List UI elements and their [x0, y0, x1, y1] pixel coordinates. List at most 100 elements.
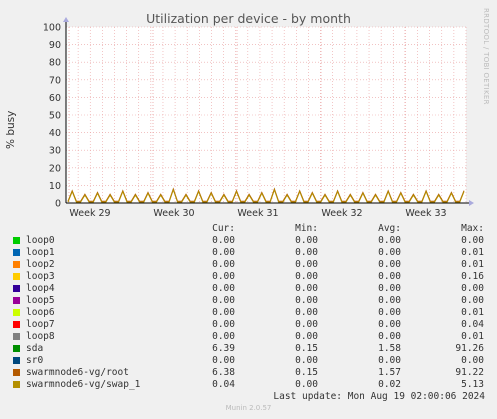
- legend-cur-value: 0.00: [212, 271, 235, 282]
- legend-series-name: loop7: [26, 319, 55, 330]
- legend-swatch: [13, 345, 20, 352]
- legend-series-name: loop3: [26, 271, 55, 282]
- legend-avg-value: 1.57: [378, 367, 401, 378]
- legend-min-value: 0.00: [295, 331, 318, 342]
- legend-cur-value: 0.00: [212, 295, 235, 306]
- legend-row: swarmnode6-vg/swap_1 0.04 0.00 0.02 5.13: [0, 379, 497, 391]
- x-tick-label: Week 29: [69, 208, 110, 219]
- legend-avg-value: 0.00: [378, 319, 401, 330]
- legend-row: loop7 0.00 0.00 0.00 0.04: [0, 319, 497, 331]
- legend-series-name: sr0: [26, 355, 44, 366]
- legend-series-name: loop6: [26, 307, 55, 318]
- legend-row: loop6 0.00 0.00 0.00 0.01: [0, 307, 497, 319]
- legend-swatch: [13, 297, 20, 304]
- legend-swatch: [13, 285, 20, 292]
- legend-max-value: 0.04: [461, 319, 484, 330]
- legend-max-value: 91.26: [455, 343, 484, 354]
- legend-cur-value: 0.00: [212, 331, 235, 342]
- legend-row: loop8 0.00 0.00 0.00 0.01: [0, 331, 497, 343]
- legend-avg-value: 0.02: [378, 379, 401, 390]
- legend-row: sda 6.39 0.15 1.58 91.26: [0, 343, 497, 355]
- legend-min-value: 0.15: [295, 343, 318, 354]
- legend-swatch: [13, 333, 20, 340]
- legend-avg-value: 0.00: [378, 331, 401, 342]
- x-tick-label: Week 32: [321, 208, 362, 219]
- legend-cur-value: 0.00: [212, 247, 235, 258]
- y-tick-label: 100: [43, 23, 61, 34]
- legend-swatch: [13, 261, 20, 268]
- y-tick-label: 30: [49, 146, 61, 157]
- legend-avg-value: 0.00: [378, 295, 401, 306]
- y-tick-label: 80: [49, 58, 61, 69]
- legend-series-name: loop8: [26, 331, 55, 342]
- x-tick-label: Week 30: [153, 208, 194, 219]
- legend-min-value: 0.00: [295, 283, 318, 294]
- y-axis-arrow: [63, 17, 69, 22]
- legend-row: loop4 0.00 0.00 0.00 0.00: [0, 283, 497, 295]
- legend-cur-value: 0.04: [212, 379, 235, 390]
- legend-avg-value: 0.00: [378, 247, 401, 258]
- legend-swatch: [13, 309, 20, 316]
- y-tick-label: 20: [49, 163, 61, 174]
- legend-row: swarmnode6-vg/root 6.38 0.15 1.57 91.22: [0, 367, 497, 379]
- legend-row: loop5 0.00 0.00 0.00 0.00: [0, 295, 497, 307]
- legend-min-value: 0.00: [295, 319, 318, 330]
- y-tick-label: 0: [55, 199, 61, 210]
- legend-cur-value: 0.00: [212, 259, 235, 270]
- legend-max-value: 0.00: [461, 283, 484, 294]
- legend-max-value: 0.01: [461, 331, 484, 342]
- legend-series-name: loop0: [26, 235, 55, 246]
- legend-min-value: 0.00: [295, 247, 318, 258]
- legend-swatch: [13, 357, 20, 364]
- legend-swatch: [13, 237, 20, 244]
- legend-series-name: loop5: [26, 295, 55, 306]
- legend-cur-value: 0.00: [212, 319, 235, 330]
- x-axis-arrow: [469, 200, 474, 206]
- legend-cur-value: 0.00: [212, 355, 235, 366]
- legend-header-avg: Avg:: [378, 223, 401, 234]
- legend-min-value: 0.00: [295, 379, 318, 390]
- legend-swatch: [13, 249, 20, 256]
- legend-min-value: 0.00: [295, 295, 318, 306]
- legend-cur-value: 0.00: [212, 283, 235, 294]
- legend-min-value: 0.00: [295, 307, 318, 318]
- legend-cur-value: 6.38: [212, 367, 235, 378]
- legend-header-cur: Cur:: [212, 223, 235, 234]
- legend-series-name: loop1: [26, 247, 55, 258]
- legend-max-value: 0.01: [461, 259, 484, 270]
- legend-row: sr0 0.00 0.00 0.00 0.00: [0, 355, 497, 367]
- legend-min-value: 0.00: [295, 355, 318, 366]
- legend-max-value: 0.01: [461, 247, 484, 258]
- legend-avg-value: 0.00: [378, 283, 401, 294]
- legend-cur-value: 0.00: [212, 235, 235, 246]
- last-update: Last update: Mon Aug 19 02:00:06 2024: [273, 391, 485, 402]
- y-tick-label: 50: [49, 111, 61, 122]
- legend-max-value: 0.00: [461, 295, 484, 306]
- legend-swatch: [13, 273, 20, 280]
- legend-min-value: 0.15: [295, 367, 318, 378]
- legend-swatch: [13, 381, 20, 388]
- legend-header-min: Min:: [295, 223, 318, 234]
- legend-swatch: [13, 321, 20, 328]
- legend-max-value: 0.00: [461, 355, 484, 366]
- x-tick-label: Week 33: [405, 208, 446, 219]
- legend-max-value: 0.16: [461, 271, 484, 282]
- legend-row: loop3 0.00 0.00 0.00 0.16: [0, 271, 497, 283]
- legend-cur-value: 0.00: [212, 307, 235, 318]
- legend-series-name: loop2: [26, 259, 55, 270]
- legend-row: loop0 0.00 0.00 0.00 0.00: [0, 235, 497, 247]
- legend-row: loop1 0.00 0.00 0.00 0.01: [0, 247, 497, 259]
- x-tick-label: Week 31: [237, 208, 278, 219]
- legend-max-value: 5.13: [461, 379, 484, 390]
- legend-min-value: 0.00: [295, 235, 318, 246]
- legend-max-value: 0.01: [461, 307, 484, 318]
- legend-series-name: swarmnode6-vg/swap_1: [26, 379, 141, 390]
- legend-cur-value: 6.39: [212, 343, 235, 354]
- legend-max-value: 0.00: [461, 235, 484, 246]
- y-tick-label: 70: [49, 75, 61, 86]
- legend-header-max: Max:: [461, 223, 484, 234]
- legend-max-value: 91.22: [455, 367, 484, 378]
- y-tick-label: 10: [49, 181, 61, 192]
- legend-avg-value: 0.00: [378, 259, 401, 270]
- y-tick-label: 90: [49, 40, 61, 51]
